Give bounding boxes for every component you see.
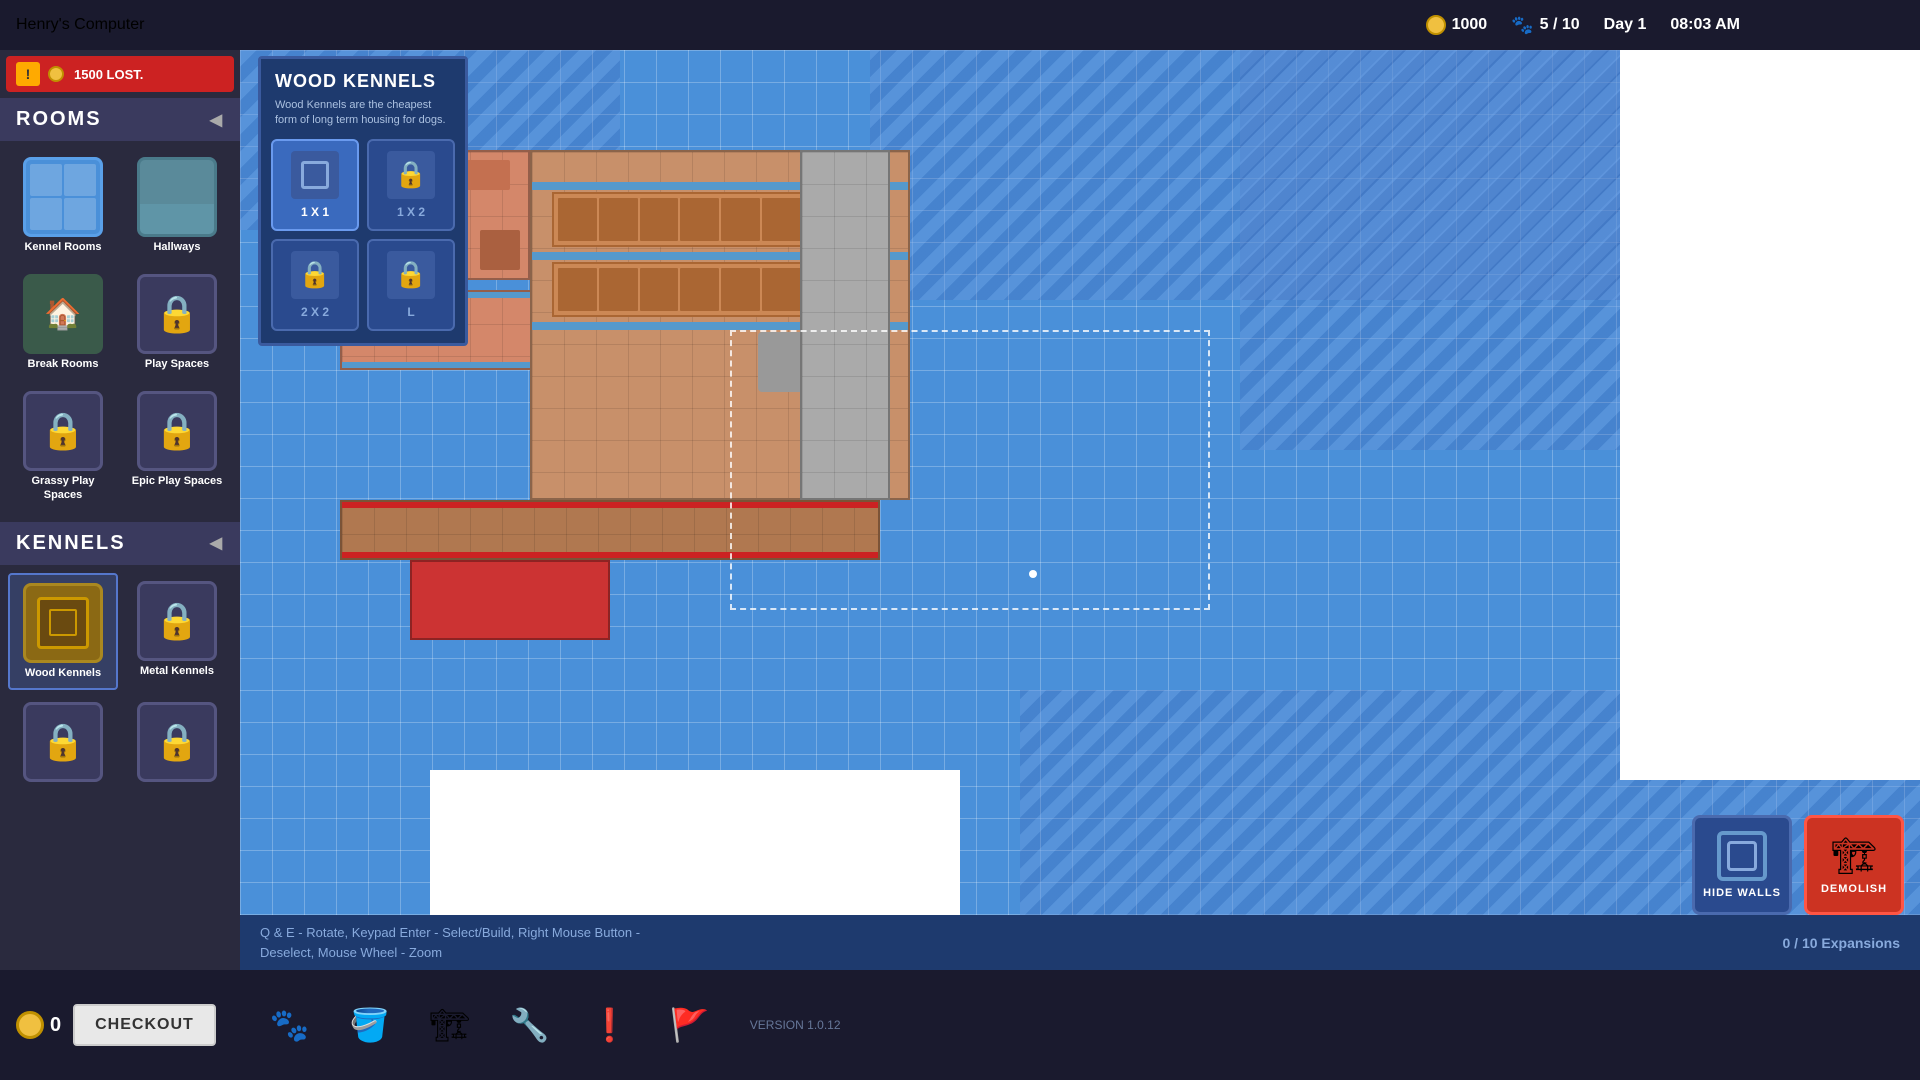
kennels-grid: Wood Kennels 🔒 Metal Kennels 🔒 🔒 xyxy=(0,565,240,802)
sidebar-item-break-rooms[interactable]: 🏠 Break Rooms xyxy=(8,266,118,379)
info-bar: 1000 🐾 5 / 10 Day 1 08:03 AM xyxy=(1426,0,1920,50)
break-rooms-icon: 🏠 xyxy=(23,274,103,354)
epic-play-icon: 🔒 xyxy=(137,391,217,471)
checkout-button[interactable]: CHECKOUT xyxy=(73,1004,216,1046)
hallways-icon xyxy=(137,157,217,237)
kennels-collapse-arrow[interactable]: ◀ xyxy=(210,533,224,553)
sidebar-item-kennel-rooms[interactable]: Kennel Rooms xyxy=(8,149,118,262)
nav-flag-button[interactable]: 🚩 xyxy=(662,997,718,1053)
dog-count: 🐾 5 / 10 xyxy=(1511,15,1579,36)
sidebar-item-play-spaces[interactable]: 🔒 Play Spaces xyxy=(122,266,232,379)
kennel-variants-grid: 1 X 1 🔒 1 X 2 🔒 2 X 2 🔒 L xyxy=(261,139,465,331)
bottom-coin-display: 0 xyxy=(16,1011,61,1039)
kennel3-icon: 🔒 xyxy=(23,702,103,782)
main-canvas[interactable] xyxy=(240,50,1920,970)
demolish-icon: 🏗 xyxy=(1831,835,1877,877)
lock-icon: 🔒 xyxy=(155,293,200,335)
wood-kennels-icon xyxy=(23,583,103,663)
sidebar-item-kennel4[interactable]: 🔒 xyxy=(122,694,232,794)
paw-nav-icon: 🐾 xyxy=(270,1006,310,1044)
lock-icon-3: 🔒 xyxy=(155,410,200,452)
sidebar-item-grassy-play[interactable]: 🔒 Grassy Play Spaces xyxy=(8,383,118,509)
version-label: VERSION 1.0.12 xyxy=(750,1018,841,1032)
sidebar: ! 1500 LOST. ROOMS ◀ Kennel Rooms xyxy=(0,50,240,970)
kennel-1x1-icon xyxy=(291,151,339,199)
sidebar-item-epic-play[interactable]: 🔒 Epic Play Spaces xyxy=(122,383,232,509)
titlebar-text: Henry's Computer xyxy=(16,16,144,34)
expansion-count: 0 / 10 Expansions xyxy=(1783,935,1901,951)
wood-kennels-popup: WOOD KENNELS Wood Kennels are the cheape… xyxy=(258,56,468,346)
sidebar-item-hallways[interactable]: Hallways xyxy=(122,149,232,262)
lock-icon-2x2: 🔒 xyxy=(299,259,331,290)
lock-icon-6: 🔒 xyxy=(155,721,200,763)
bottom-coin-icon xyxy=(16,1011,44,1039)
coin-icon-sm xyxy=(48,66,64,82)
nav-build-button[interactable]: 🏗 xyxy=(422,997,478,1053)
bottom-nav: 🐾 🪣 🏗 🔧 ❗ 🚩 VERSION 1.0.12 xyxy=(232,997,871,1053)
kennel-2x2-icon: 🔒 xyxy=(291,251,339,299)
checkout-section: 0 CHECKOUT xyxy=(0,1004,232,1046)
lock-icon-4: 🔒 xyxy=(155,600,200,642)
hide-walls-button[interactable]: HIDE WALLS xyxy=(1692,815,1792,915)
lock-icon-5: 🔒 xyxy=(41,721,86,763)
time-display: 08:03 AM xyxy=(1670,16,1740,34)
metal-kennels-icon: 🔒 xyxy=(137,581,217,661)
bottom-toolbar: 0 CHECKOUT 🐾 🪣 🏗 🔧 ❗ 🚩 VERSION 1.0.12 xyxy=(0,970,1920,1080)
kennel-L-icon: 🔒 xyxy=(387,251,435,299)
kennel-variant-2x2[interactable]: 🔒 2 X 2 xyxy=(271,239,359,331)
sidebar-item-kennel3[interactable]: 🔒 xyxy=(8,694,118,794)
room-side-right xyxy=(800,150,890,500)
notification-banner: ! 1500 LOST. xyxy=(6,56,234,92)
nav-tools-button[interactable]: 🔧 xyxy=(502,997,558,1053)
nav-alert-button[interactable]: ❗ xyxy=(582,997,638,1053)
coin-icon xyxy=(1426,15,1446,35)
popup-description: Wood Kennels are the cheapest form of lo… xyxy=(261,98,465,139)
sidebar-item-metal-kennels[interactable]: 🔒 Metal Kennels xyxy=(122,573,232,690)
kennels-section-header: KENNELS ◀ xyxy=(0,522,240,565)
nav-paw-button[interactable]: 🐾 xyxy=(262,997,318,1053)
play-spaces-icon: 🔒 xyxy=(137,274,217,354)
grassy-play-icon: 🔒 xyxy=(23,391,103,471)
kennel-variant-1x1[interactable]: 1 X 1 xyxy=(271,139,359,231)
kennel4-icon: 🔒 xyxy=(137,702,217,782)
popup-header: WOOD KENNELS xyxy=(261,59,465,98)
kennel-variant-1x2[interactable]: 🔒 1 X 2 xyxy=(367,139,455,231)
white-area-right xyxy=(1620,50,1920,780)
rooms-grid: Kennel Rooms Hallways 🏠 Break Rooms 🔒 Pl… xyxy=(0,141,240,518)
controls-text: Q & E - Rotate, Keypad Enter - Select/Bu… xyxy=(260,923,1783,962)
warning-icon: ! xyxy=(16,62,40,86)
lock-icon-2: 🔒 xyxy=(41,410,86,452)
kennel-1x2-icon: 🔒 xyxy=(387,151,435,199)
day-display: Day 1 xyxy=(1604,16,1647,34)
lock-icon-1x2: 🔒 xyxy=(395,159,427,190)
alert-nav-icon: ❗ xyxy=(590,1006,630,1044)
tools-nav-icon: 🔧 xyxy=(510,1006,550,1044)
room-bottom-extension xyxy=(410,560,610,640)
rooms-section-header: ROOMS ◀ xyxy=(0,98,240,141)
lock-icon-L: 🔒 xyxy=(395,259,427,290)
room-bottom-corridor xyxy=(340,500,880,560)
sidebar-item-wood-kennels[interactable]: Wood Kennels xyxy=(8,573,118,690)
paw-icon: 🐾 xyxy=(1511,15,1533,36)
action-buttons: HIDE WALLS 🏗 DEMOLISH xyxy=(1692,815,1904,915)
flag-nav-icon: 🚩 xyxy=(670,1006,710,1044)
bucket-nav-icon: 🪣 xyxy=(350,1006,390,1044)
hide-walls-icon xyxy=(1717,831,1767,881)
demolish-button[interactable]: 🏗 DEMOLISH xyxy=(1804,815,1904,915)
rooms-collapse-arrow[interactable]: ◀ xyxy=(210,110,224,130)
coin-display-top: 1000 xyxy=(1426,15,1488,35)
kennel-rooms-icon xyxy=(23,157,103,237)
kennel-variant-L[interactable]: 🔒 L xyxy=(367,239,455,331)
build-nav-icon: 🏗 xyxy=(429,1006,470,1044)
status-bar: Q & E - Rotate, Keypad Enter - Select/Bu… xyxy=(240,915,1920,970)
nav-bucket-button[interactable]: 🪣 xyxy=(342,997,398,1053)
